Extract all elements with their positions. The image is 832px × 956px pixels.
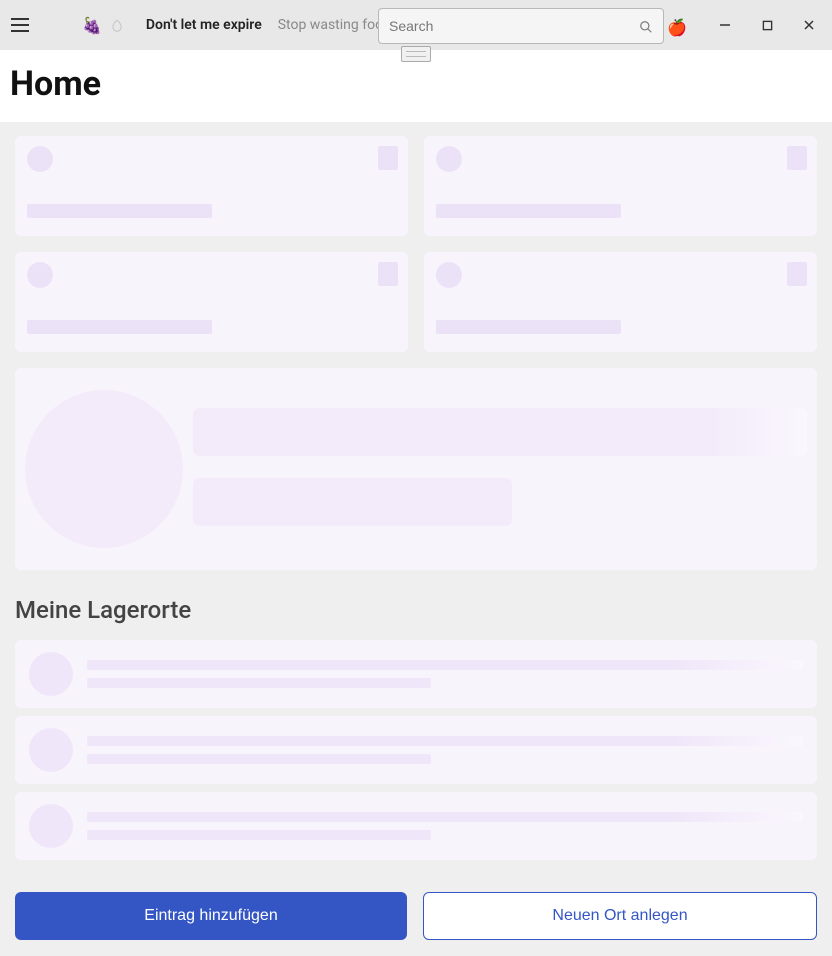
skeleton-badge	[378, 146, 398, 170]
page-title: Home	[0, 60, 832, 122]
skeleton-bar-short	[193, 478, 512, 526]
skeleton-line	[436, 204, 621, 218]
skeleton-badge	[378, 262, 398, 286]
skeleton-card	[424, 136, 817, 236]
minimize-button[interactable]	[718, 18, 732, 32]
maximize-button[interactable]	[760, 18, 774, 32]
content-area: Meine Lagerorte Eintrag hinzufügen	[0, 122, 832, 956]
section-title: Meine Lagerorte	[15, 596, 817, 624]
new-location-button[interactable]: Neuen Ort anlegen	[423, 892, 817, 940]
skeleton-list-item	[15, 716, 817, 784]
search-input[interactable]	[389, 18, 639, 34]
skeleton-wide-lines	[193, 390, 807, 548]
add-entry-button[interactable]: Eintrag hinzufügen	[15, 892, 407, 940]
skeleton-card	[15, 252, 408, 352]
menu-button[interactable]	[8, 13, 32, 37]
apple-icon: 🍎	[667, 18, 687, 37]
skeleton-line	[87, 736, 803, 746]
skeleton-card	[15, 136, 408, 236]
grapes-icon: 🍇	[82, 16, 102, 35]
close-button[interactable]	[802, 18, 816, 32]
skeleton-line	[27, 320, 212, 334]
app-logo: 🍇	[82, 16, 124, 35]
skeleton-list-item	[15, 640, 817, 708]
skeleton-avatar	[27, 262, 53, 288]
skeleton-bar	[193, 408, 807, 456]
search-field[interactable]	[378, 8, 664, 44]
skeleton-line	[27, 204, 212, 218]
skeleton-list-item	[15, 792, 817, 860]
app-subtitle: Stop wasting food	[278, 17, 391, 33]
skeleton-sm-avatar	[29, 652, 73, 696]
leaf-icon	[110, 18, 124, 32]
skeleton-line	[87, 812, 803, 822]
titlebar: 🍇 Don't let me expire Stop wasting food …	[0, 0, 832, 50]
skeleton-line	[87, 830, 431, 840]
search-icon	[639, 19, 653, 33]
skeleton-avatar	[436, 146, 462, 172]
skeleton-big-avatar	[25, 390, 183, 548]
skeleton-avatar	[436, 262, 462, 288]
skeleton-badge	[787, 146, 807, 170]
skeleton-line	[87, 754, 431, 764]
page: Home	[0, 50, 832, 956]
skeleton-line	[436, 320, 621, 334]
cards-grid	[15, 136, 817, 352]
skeleton-line	[87, 660, 803, 670]
skeleton-avatar	[27, 146, 53, 172]
bottom-action-bar: Eintrag hinzufügen Neuen Ort anlegen	[15, 892, 817, 940]
skeleton-card	[424, 252, 817, 352]
skeleton-wide-card	[15, 368, 817, 570]
keyboard-hint-icon	[401, 46, 431, 62]
skeleton-sm-avatar	[29, 804, 73, 848]
window-controls	[718, 0, 824, 50]
skeleton-sm-avatar	[29, 728, 73, 772]
skeleton-line	[87, 678, 431, 688]
app-title: Don't let me expire	[146, 17, 262, 33]
skeleton-badge	[787, 262, 807, 286]
